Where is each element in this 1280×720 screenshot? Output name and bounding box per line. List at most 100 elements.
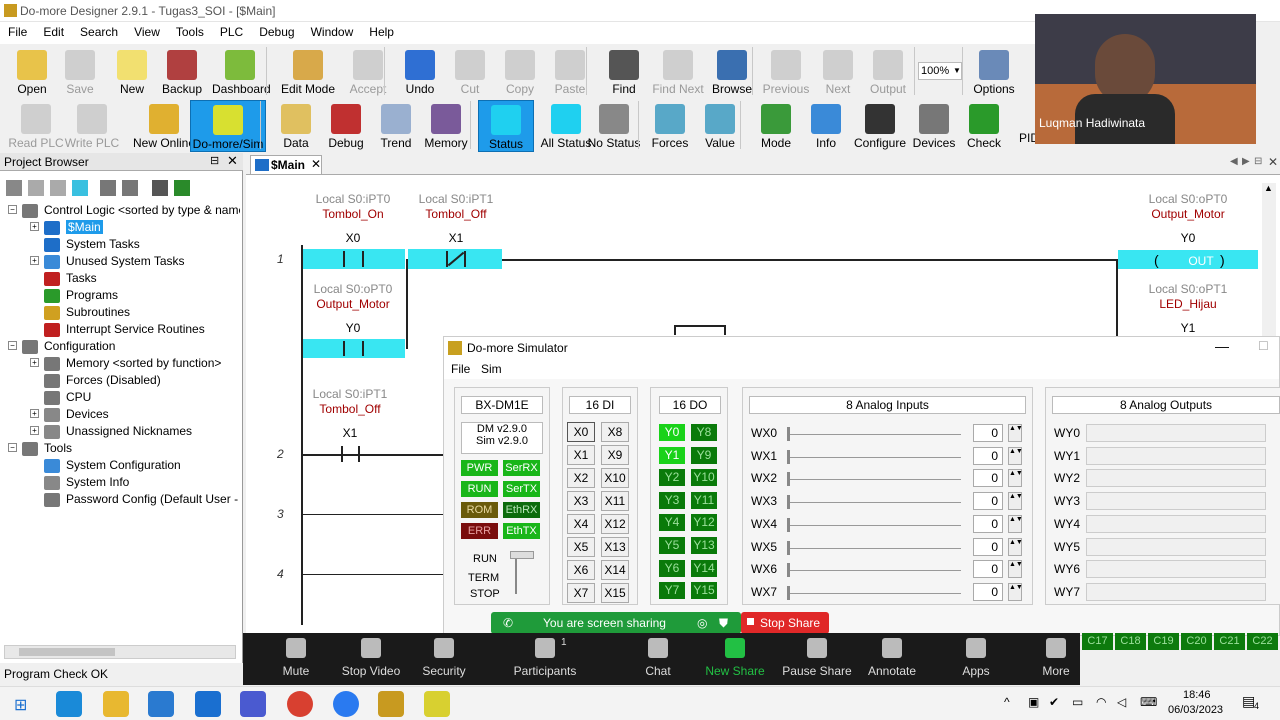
tab-list-icon[interactable]: ⊟ — [1254, 156, 1262, 167]
tree-item-tasks[interactable]: Tasks — [30, 271, 97, 286]
browser-tool-icon[interactable] — [6, 180, 22, 196]
tree-item-unused-system-tasks[interactable]: + Unused System Tasks — [30, 254, 185, 269]
menu-file[interactable]: File — [0, 22, 35, 39]
zoom-security-button[interactable]: Security — [415, 638, 473, 678]
ai-slider-thumb[interactable] — [787, 472, 790, 487]
tab-close-icon[interactable]: ✕ — [311, 157, 321, 171]
zoom-icon[interactable] — [333, 691, 359, 717]
menu-plc[interactable]: PLC — [212, 22, 251, 39]
spinner-icon[interactable]: ▲▼ — [1008, 514, 1023, 533]
file-explorer-icon[interactable] — [103, 691, 129, 717]
ai-slider-track[interactable] — [789, 570, 961, 572]
tray-icon[interactable]: ✔ — [1049, 695, 1059, 709]
expand-icon[interactable]: + — [30, 426, 39, 435]
expand-icon[interactable]: + — [30, 256, 39, 265]
ai-slider-track[interactable] — [789, 524, 961, 526]
di-button-x15[interactable]: X15 — [601, 583, 629, 603]
ai-slider-track[interactable] — [789, 456, 961, 458]
sim-menu-file[interactable]: File — [451, 362, 470, 376]
tree-item-devices[interactable]: + Devices — [30, 407, 109, 422]
spinner-icon[interactable]: ▲▼ — [1008, 582, 1023, 601]
zoom-new-share-button[interactable]: New Share — [699, 638, 771, 678]
browser-tool-icon[interactable] — [50, 180, 66, 196]
zoom-annotate-button[interactable]: Annotate — [863, 638, 921, 678]
stop-share-button[interactable]: Stop Share — [741, 612, 829, 634]
ai-value[interactable]: 0 — [973, 582, 1003, 601]
tree-item-system-info[interactable]: System Info — [30, 475, 129, 490]
di-button-x8[interactable]: X8 — [601, 422, 629, 442]
di-button-x14[interactable]: X14 — [601, 560, 629, 580]
browser-tool-icon[interactable] — [72, 180, 88, 196]
tree-item-unassigned-nicknames[interactable]: + Unassigned Nicknames — [30, 424, 192, 439]
ai-slider-thumb[interactable] — [787, 495, 790, 510]
di-button-x2[interactable]: X2 — [567, 468, 595, 488]
toolbar-dashboard-button[interactable]: Dashboard — [212, 46, 271, 98]
di-button-x11[interactable]: X11 — [601, 491, 629, 511]
chrome-icon[interactable] — [287, 691, 313, 717]
maximize-icon[interactable]: ☐ — [1258, 339, 1269, 353]
app-icon[interactable] — [240, 691, 266, 717]
toolbar-copy-button[interactable]: Copy — [492, 46, 548, 98]
toolbar-mode-button[interactable]: Mode — [748, 100, 804, 152]
tray-chevron-icon[interactable]: ^ — [1004, 695, 1010, 709]
toolbar-save-button[interactable]: Save — [52, 46, 108, 98]
spinner-icon[interactable]: ▲▼ — [1008, 469, 1023, 488]
tree-item-configuration[interactable]: − Configuration — [8, 339, 115, 354]
tab-scroll-right-icon[interactable]: ▶ — [1242, 156, 1250, 167]
tree-item-main[interactable]: + $Main — [30, 220, 103, 235]
ai-slider-thumb[interactable] — [787, 427, 790, 441]
expand-icon[interactable]: − — [8, 443, 17, 452]
expand-icon[interactable]: + — [30, 358, 39, 367]
di-button-x7[interactable]: X7 — [567, 583, 595, 603]
sort-za-icon[interactable] — [122, 180, 138, 196]
browser-scrollbar[interactable] — [4, 645, 236, 659]
editor-close-icon[interactable]: ✕ — [1268, 155, 1278, 169]
ai-slider-thumb[interactable] — [787, 517, 790, 532]
toolbar-output-button[interactable]: Output — [860, 46, 916, 98]
spinner-icon[interactable]: ▲▼ — [1008, 424, 1023, 442]
menu-view[interactable]: View — [126, 22, 168, 39]
ai-slider-thumb[interactable] — [787, 563, 790, 578]
di-button-x9[interactable]: X9 — [601, 445, 629, 465]
ai-value[interactable]: 0 — [973, 537, 1003, 556]
domore-designer-icon[interactable] — [378, 691, 404, 717]
toolbar-new-button[interactable]: New — [104, 46, 160, 98]
tree-item-password-config-default-user-r[interactable]: Password Config (Default User - R — [30, 492, 240, 507]
di-button-x13[interactable]: X13 — [601, 537, 629, 557]
toolbar-read-plc-button[interactable]: Read PLC — [8, 100, 64, 152]
zoom-apps-button[interactable]: Apps — [947, 638, 1005, 678]
close-icon[interactable]: ✕ — [227, 153, 238, 169]
tree-item-interrupt-service-routines[interactable]: Interrupt Service Routines — [30, 322, 205, 337]
di-button-x4[interactable]: X4 — [567, 514, 595, 534]
di-button-x3[interactable]: X3 — [567, 491, 595, 511]
menu-window[interactable]: Window — [303, 22, 362, 39]
zoom-stop-video-button[interactable]: Stop Video — [335, 638, 407, 678]
tray-icon[interactable]: ▭ — [1072, 695, 1083, 709]
toolbar-previous-button[interactable]: Previous — [758, 46, 814, 98]
ai-slider-thumb[interactable] — [787, 585, 790, 600]
ai-slider-track[interactable] — [789, 479, 961, 481]
spinner-icon[interactable]: ▲▼ — [1008, 537, 1023, 556]
toolbar-status-button[interactable]: Status — [478, 100, 534, 152]
ai-slider-thumb[interactable] — [787, 540, 790, 555]
expand-icon[interactable]: − — [8, 341, 17, 350]
sort-az-icon[interactable] — [100, 180, 116, 196]
volume-icon[interactable]: ◁ — [1117, 695, 1126, 709]
zoom-select[interactable]: 100% ▼ — [918, 62, 962, 80]
ai-slider-track[interactable] — [789, 547, 961, 549]
tray-icon[interactable]: ▣ — [1028, 695, 1039, 709]
ai-slider-track[interactable] — [789, 434, 961, 435]
toolbar-do-more-sim-button[interactable]: Do-more/Sim — [190, 100, 266, 152]
ai-value[interactable]: 0 — [973, 469, 1003, 488]
mail-icon[interactable] — [195, 691, 221, 717]
ai-slider-thumb[interactable] — [787, 449, 790, 464]
browser-tool-icon[interactable] — [28, 180, 44, 196]
ai-value[interactable]: 0 — [973, 514, 1003, 533]
spinner-icon[interactable]: ▲▼ — [1008, 446, 1023, 465]
contact-y0-powered[interactable] — [303, 339, 405, 358]
toolbar-edit-mode-button[interactable]: Edit Mode — [280, 46, 336, 98]
toolbar-cut-button[interactable]: Cut — [442, 46, 498, 98]
menu-edit[interactable]: Edit — [35, 22, 72, 39]
tree-item-programs[interactable]: Programs — [30, 288, 118, 303]
toolbar-check-button[interactable]: Check — [956, 100, 1012, 152]
